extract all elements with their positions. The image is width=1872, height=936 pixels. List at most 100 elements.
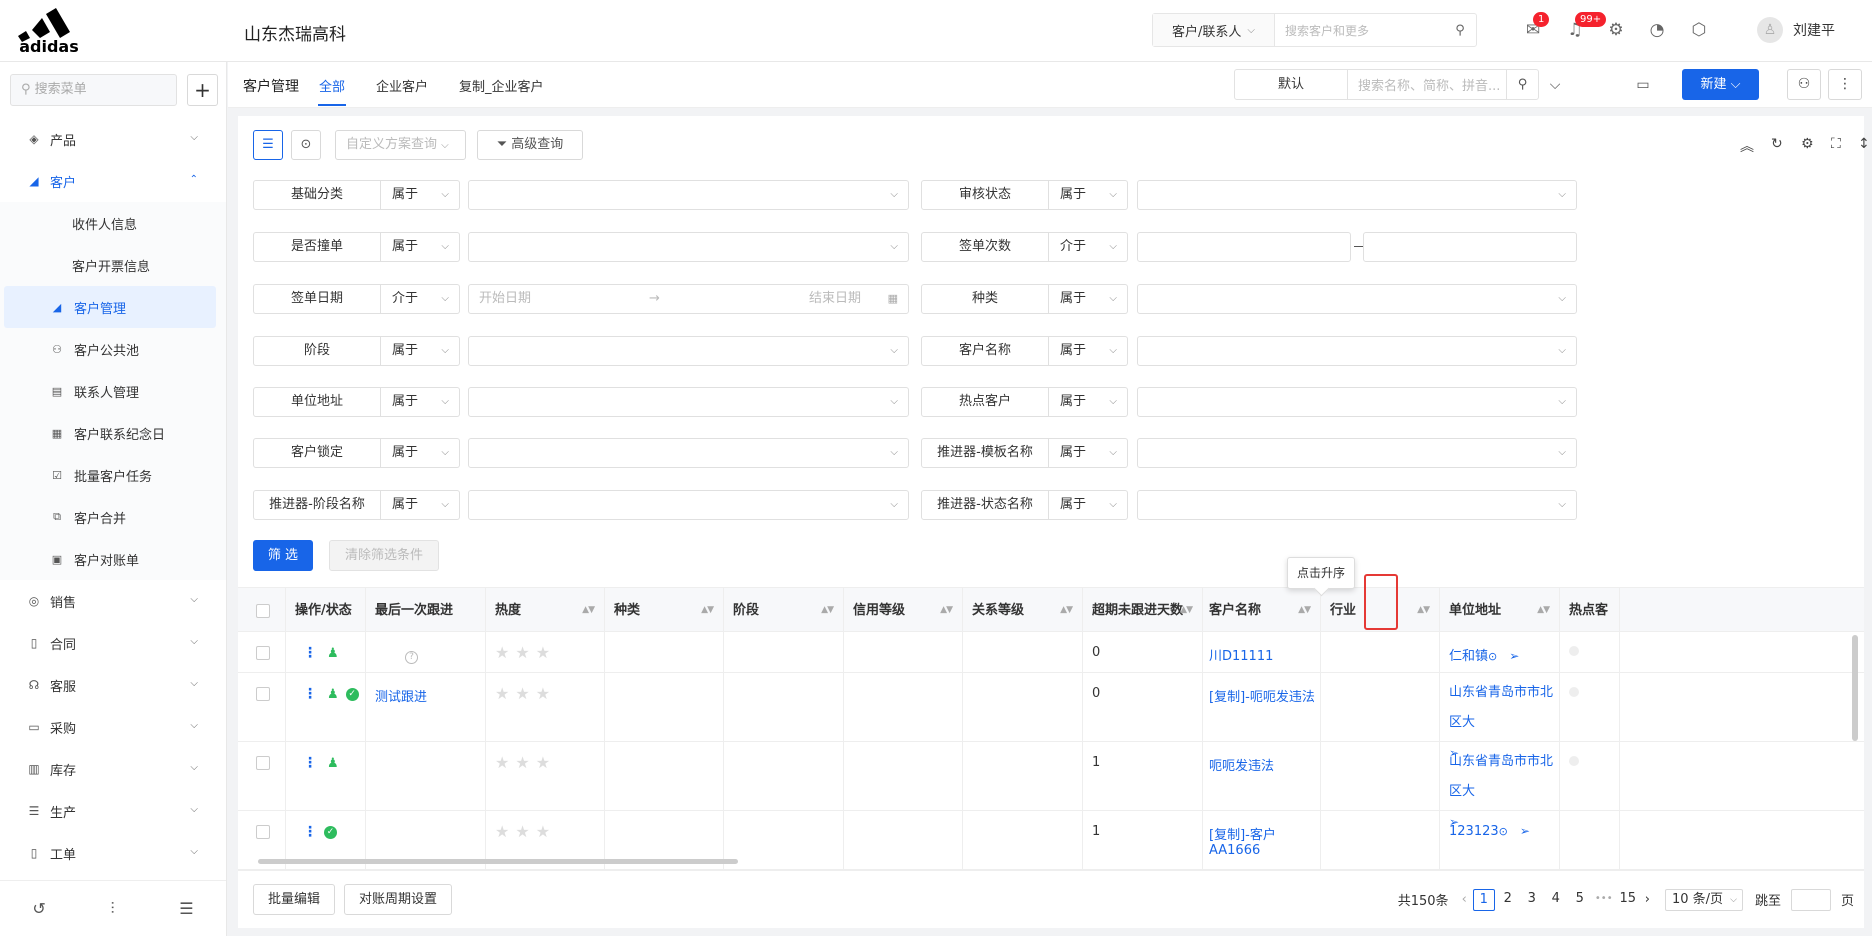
history-icon[interactable]: ↺ — [32, 899, 45, 918]
sidebar-item-inventory[interactable]: ▥ 库存 ⌵ — [0, 748, 226, 790]
send-icon[interactable]: ➢ — [1520, 824, 1530, 838]
sidebar-item-public-pool[interactable]: ⚇ 客户公共池 — [0, 328, 226, 370]
column-header[interactable]: 超期未跟进天数 ▲▼ — [1083, 588, 1203, 633]
mail-icon[interactable]: ✉ 1 — [1521, 12, 1550, 42]
horizontal-scrollbar[interactable] — [258, 859, 738, 864]
filter-operator[interactable]: 介于 ⌵ — [1049, 232, 1128, 262]
sort-icon[interactable]: ▲▼ — [582, 588, 595, 633]
filter-operator[interactable]: 属于 ⌵ — [381, 180, 460, 210]
global-search-input[interactable]: 搜索客户和更多 — [1275, 22, 1444, 39]
pie-chart-icon[interactable]: ◔ — [1645, 18, 1669, 42]
prev-page-icon[interactable]: ‹ — [1462, 892, 1467, 907]
column-header[interactable]: 种类 ▲▼ — [605, 588, 724, 633]
more-vertical-icon[interactable]: ⋮ — [303, 686, 317, 702]
range-min-input[interactable] — [1137, 232, 1351, 262]
period-setting-button[interactable]: 对账周期设置 — [344, 884, 452, 915]
sort-icon[interactable]: ▲▼ — [1060, 588, 1073, 633]
chevron-down-icon[interactable]: ⌵ — [1543, 73, 1567, 97]
cell-customer-name[interactable]: 呃呃发违法 — [1203, 742, 1321, 810]
filter-value[interactable]: ⌵ — [1137, 180, 1577, 210]
cell-address[interactable]: 山东省青岛市市北区大 ➢ — [1440, 742, 1560, 829]
location-icon[interactable]: ⊙ — [291, 130, 321, 160]
column-header[interactable]: 热点客 — [1560, 588, 1620, 633]
sidebar-item-customer[interactable]: ◢ 客户 ⌃ — [0, 160, 226, 202]
view-select[interactable]: 默认 — [1235, 70, 1348, 99]
bell-icon[interactable]: ♫ 99+ — [1563, 12, 1607, 42]
cube-icon[interactable]: ⬡ — [1687, 18, 1711, 42]
cell-last-follow[interactable]: 测试跟进 — [366, 673, 486, 741]
filter-value[interactable]: ⌵ — [468, 438, 909, 468]
column-header[interactable]: 关系等级 ▲▼ — [963, 588, 1083, 633]
cell-last-follow[interactable] — [366, 632, 486, 672]
column-header[interactable]: 客户名称 ▲▼ — [1203, 588, 1321, 633]
sidebar-item-recipient-info[interactable]: 收件人信息 — [0, 202, 226, 244]
filter-value[interactable]: ⌵ — [1137, 284, 1577, 314]
advanced-query-button[interactable]: ⏷ 高级查询 — [477, 130, 583, 160]
column-header[interactable]: 信用等级 ▲▼ — [844, 588, 963, 633]
view-search-input[interactable]: 搜索名称、简称、拼音... — [1348, 75, 1506, 94]
refresh-icon[interactable]: ↻ — [1771, 136, 1783, 152]
monitor-icon[interactable]: ▭ — [1631, 73, 1655, 97]
tab-all[interactable]: 全部 — [319, 76, 345, 95]
row-checkbox[interactable] — [238, 742, 286, 810]
clear-filter-button[interactable]: 清除筛选条件 — [329, 540, 439, 571]
column-header[interactable]: 最后一次跟进? — [366, 588, 486, 664]
column-header[interactable]: 阶段 ▲▼ — [724, 588, 844, 633]
table-row[interactable]: ⋮ ♟ ✓ 测试跟进 ★★★ 0 [复制]-呃呃发违法 山东省青岛市市北区大 ➢ — [238, 673, 1864, 760]
row-checkbox[interactable] — [238, 673, 286, 741]
more-vertical-icon[interactable]: ⋮ — [303, 755, 317, 771]
filter-operator[interactable]: 属于 ⌵ — [1049, 336, 1128, 366]
collapse-up-icon[interactable]: ︽ — [1740, 136, 1754, 156]
sidebar-item-customer-management[interactable]: ◢ 客户管理 — [4, 286, 216, 328]
new-button[interactable]: 新建 ⌵ — [1682, 69, 1759, 100]
table-row[interactable]: ⋮ ♟ ★★★ 1 呃呃发违法 山东省青岛市市北区大 ➢ — [238, 742, 1864, 829]
vertical-scrollbar[interactable] — [1852, 635, 1858, 741]
sidebar-item-batch-task[interactable]: ☑ 批量客户任务 — [0, 454, 226, 496]
filter-operator[interactable]: 属于 ⌵ — [1049, 284, 1128, 314]
cell-address[interactable]: 123123⊙ ➢ — [1440, 811, 1560, 870]
user-search-icon[interactable]: ⚇ — [1787, 69, 1821, 100]
table-row[interactable]: ⋮ ♟ ★★★ 0 川D11111 仁和镇⊙ ➢ — [238, 632, 1864, 673]
row-checkbox[interactable] — [238, 632, 286, 672]
location-pin-icon[interactable]: ⊙ — [1488, 650, 1497, 663]
add-menu-button[interactable]: + — [187, 74, 218, 106]
filter-operator[interactable]: 介于 ⌵ — [381, 284, 460, 314]
scheme-select[interactable]: 自定义方案查询 ⌵ — [335, 130, 466, 160]
cell-last-follow[interactable] — [366, 742, 486, 810]
cell-address[interactable]: 山东省青岛市市北区大 ➢ — [1440, 673, 1560, 760]
page-2[interactable]: 2 — [1497, 889, 1519, 911]
filter-value[interactable]: ⌵ — [468, 232, 909, 262]
filter-operator[interactable]: 属于 ⌵ — [1049, 490, 1128, 520]
filter-operator[interactable]: 属于 ⌵ — [1049, 387, 1128, 417]
cell-customer-name[interactable]: [复制]-呃呃发违法 — [1203, 673, 1321, 741]
tab-copy-enterprise[interactable]: 复制_企业客户 — [459, 76, 544, 95]
column-header[interactable]: 热度 ▲▼ — [486, 588, 605, 633]
sidebar-item-service[interactable]: ☊ 客服 ⌵ — [0, 664, 226, 706]
row-height-icon[interactable]: ↕ — [1858, 136, 1870, 152]
sidebar-item-product[interactable]: ◈ 产品 ⌵ — [0, 118, 226, 160]
more-vertical-icon[interactable]: ⋮ — [303, 645, 317, 661]
sort-icon[interactable]: ▲▼ — [1180, 588, 1193, 633]
filter-value[interactable]: ⌵ — [1137, 438, 1577, 468]
page-size-select[interactable]: 10 条/页 ⌵ — [1664, 888, 1743, 911]
filter-value[interactable]: ⌵ — [468, 180, 909, 210]
sort-icon[interactable]: ▲▼ — [821, 588, 834, 633]
user-menu[interactable]: ♙ 刘建平 — [1757, 17, 1835, 43]
sidebar-item-workorder[interactable]: ▯ 工单 ⌵ — [0, 832, 226, 874]
page-15[interactable]: 15 — [1617, 889, 1639, 911]
date-range-picker[interactable]: 开始日期 → 结束日期 ▦ — [468, 284, 909, 314]
filter-value[interactable]: ⌵ — [468, 490, 909, 520]
gear-icon[interactable]: ⚙ — [1801, 136, 1814, 152]
sidebar-item-merge[interactable]: ⧉ 客户合并 — [0, 496, 226, 538]
filter-operator[interactable]: 属于 ⌵ — [381, 438, 460, 468]
sidebar-item-sales[interactable]: ◎ 销售 ⌵ — [0, 580, 226, 622]
filter-value[interactable]: ⌵ — [1137, 387, 1577, 417]
cell-address[interactable]: 仁和镇⊙ ➢ — [1440, 632, 1560, 672]
filter-button[interactable]: 筛 选 — [253, 540, 313, 571]
range-max-input[interactable] — [1363, 232, 1577, 262]
cell-customer-name[interactable]: 川D11111 — [1203, 632, 1321, 672]
settings-sliders-icon[interactable]: ⫶ — [111, 899, 115, 919]
send-icon[interactable]: ➢ — [1509, 649, 1519, 663]
sort-icon[interactable]: ▲▼ — [940, 588, 953, 633]
sort-icon[interactable]: ▲▼ — [1537, 588, 1550, 633]
